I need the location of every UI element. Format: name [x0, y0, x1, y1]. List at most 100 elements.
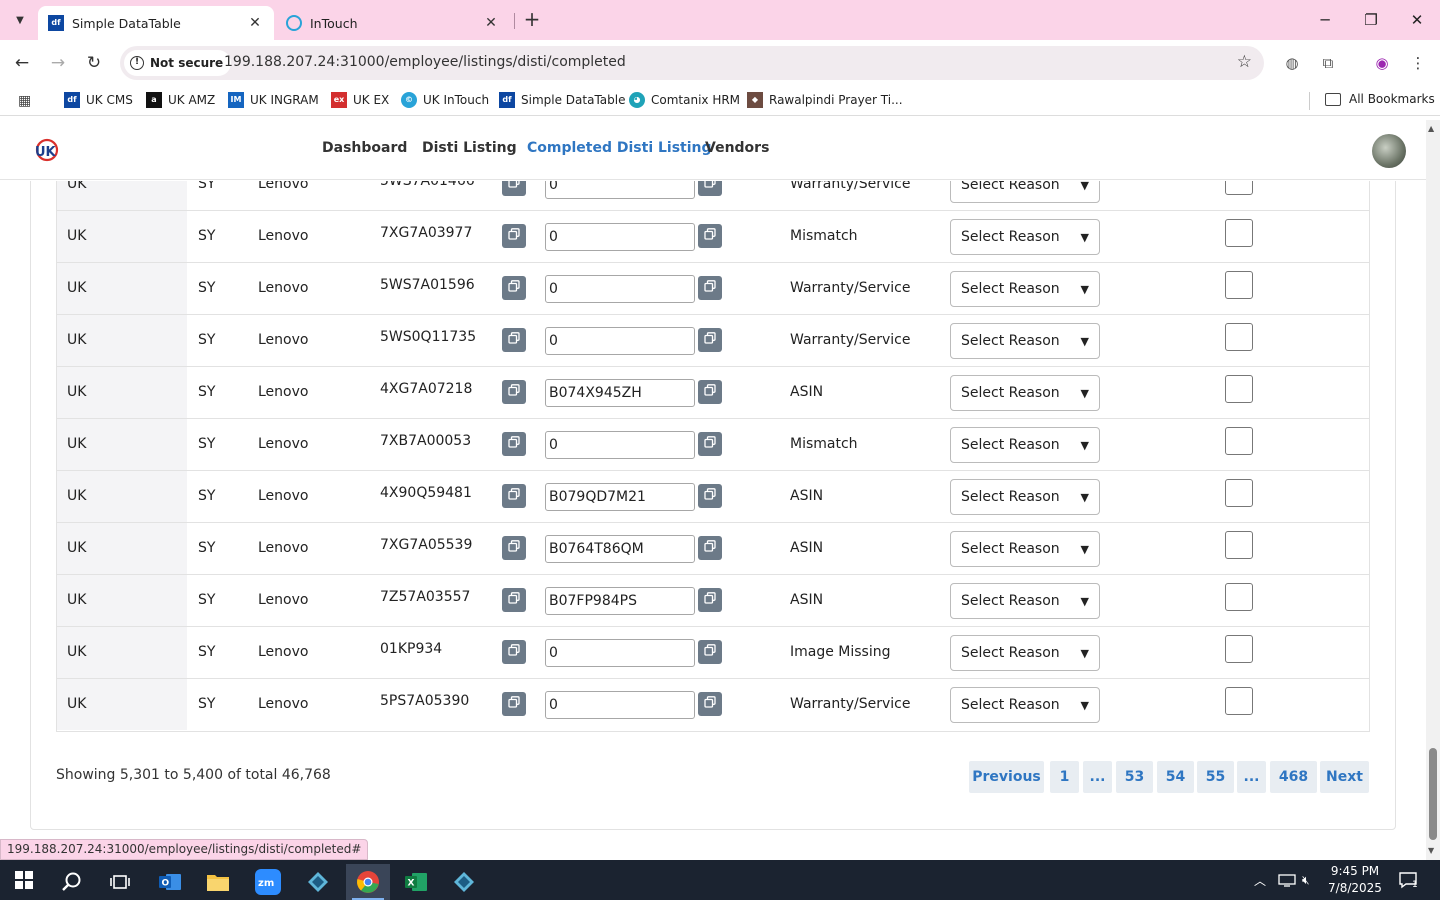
bookmark-comtanix-hrm[interactable]: ◕ Comtanix HRM — [629, 92, 740, 108]
pagination-page-1[interactable]: 1 — [1050, 761, 1079, 793]
asin-input[interactable] — [545, 275, 695, 303]
asin-input[interactable] — [545, 483, 695, 511]
copy-asin-button[interactable] — [698, 181, 722, 196]
bookmark-uk-ex[interactable]: ex UK EX — [331, 92, 389, 108]
tab-simple-datatable[interactable]: df Simple DataTable ✕ — [38, 6, 274, 40]
bookmark-uk-amz[interactable]: a UK AMZ — [146, 92, 215, 108]
pagination-page-55[interactable]: 55 — [1197, 761, 1234, 793]
taskbar-clock[interactable]: 9:45 PM 7/8/2025 — [1318, 863, 1392, 897]
speaker-muted-icon[interactable]: 🔇︎ — [1302, 860, 1310, 900]
outlook-icon[interactable]: O — [148, 864, 192, 900]
asin-input[interactable] — [545, 535, 695, 563]
nav-dashboard[interactable]: Dashboard — [322, 140, 407, 156]
user-avatar[interactable] — [1372, 134, 1406, 168]
apps-grid-icon[interactable]: ▦ — [18, 93, 34, 109]
all-bookmarks[interactable]: All Bookmarks — [1325, 92, 1435, 106]
copy-asin-button[interactable] — [698, 380, 722, 404]
reason-select[interactable]: Select Reason ▼ — [950, 583, 1100, 619]
not-secure-chip[interactable]: ! Not secure — [124, 50, 232, 76]
app-diamond-icon[interactable] — [296, 864, 340, 900]
chrome-icon[interactable] — [346, 864, 390, 900]
bookmark-rawalpindi-prayer[interactable]: ◆ Rawalpindi Prayer Ti... — [747, 92, 903, 108]
copy-asin-button[interactable] — [698, 328, 722, 352]
windows-start-icon[interactable] — [2, 862, 46, 898]
reason-select[interactable]: Select Reason ▼ — [950, 181, 1100, 203]
scroll-down-arrow-icon[interactable]: ▼ — [1428, 846, 1434, 855]
tab-close-icon[interactable]: ✕ — [482, 15, 500, 31]
menu-kebab-icon[interactable]: ⋮ — [1403, 48, 1433, 78]
nav-completed-disti-listing[interactable]: Completed Disti Listing — [527, 140, 712, 156]
copy-asin-button[interactable] — [698, 224, 722, 248]
copy-part-button[interactable] — [502, 588, 526, 612]
copy-part-button[interactable] — [502, 484, 526, 508]
copy-part-button[interactable] — [502, 181, 526, 196]
tab-close-icon[interactable]: ✕ — [246, 15, 264, 31]
address-bar[interactable]: ! Not secure 199.188.207.24:31000/employ… — [120, 46, 1264, 80]
asin-input[interactable] — [545, 223, 695, 251]
row-checkbox[interactable] — [1225, 271, 1253, 299]
search-icon[interactable] — [50, 864, 94, 900]
row-checkbox[interactable] — [1225, 479, 1253, 507]
nav-disti-listing[interactable]: Disti Listing — [422, 140, 517, 156]
forward-arrow-icon[interactable]: → — [43, 48, 73, 78]
uk-logo-icon[interactable]: UK — [32, 136, 60, 164]
row-checkbox[interactable] — [1225, 635, 1253, 663]
asin-input[interactable] — [545, 691, 695, 719]
reason-select[interactable]: Select Reason ▼ — [950, 687, 1100, 723]
copy-asin-button[interactable] — [698, 484, 722, 508]
network-icon[interactable] — [1278, 860, 1296, 900]
copy-part-button[interactable] — [502, 276, 526, 300]
url-text[interactable]: 199.188.207.24:31000/employee/listings/d… — [224, 54, 626, 70]
task-view-icon[interactable] — [98, 864, 142, 900]
row-checkbox[interactable] — [1225, 375, 1253, 403]
row-checkbox[interactable] — [1225, 427, 1253, 455]
reason-select[interactable]: Select Reason ▼ — [950, 531, 1100, 567]
reason-select[interactable]: Select Reason ▼ — [950, 271, 1100, 307]
copy-asin-button[interactable] — [698, 692, 722, 716]
copy-asin-button[interactable] — [698, 640, 722, 664]
row-checkbox[interactable] — [1225, 323, 1253, 351]
copy-asin-button[interactable] — [698, 276, 722, 300]
row-checkbox[interactable] — [1225, 531, 1253, 559]
tab-intouch[interactable]: InTouch ✕ — [276, 6, 510, 40]
reason-select[interactable]: Select Reason ▼ — [950, 635, 1100, 671]
asin-input[interactable] — [545, 379, 695, 407]
asin-input[interactable] — [545, 431, 695, 459]
copy-asin-button[interactable] — [698, 432, 722, 456]
excel-icon[interactable]: X — [394, 864, 438, 900]
pagination-previous[interactable]: Previous — [969, 761, 1044, 793]
minimize-icon[interactable]: ─ — [1302, 0, 1348, 40]
reason-select[interactable]: Select Reason ▼ — [950, 219, 1100, 255]
reason-select[interactable]: Select Reason ▼ — [950, 375, 1100, 411]
translate-globe-icon[interactable]: ◍ — [1277, 48, 1307, 78]
bookmark-uk-intouch[interactable]: © UK InTouch — [401, 92, 489, 108]
row-checkbox[interactable] — [1225, 181, 1253, 195]
copy-part-button[interactable] — [502, 328, 526, 352]
asin-input[interactable] — [545, 587, 695, 615]
tray-chevron-up-icon[interactable]: ︿ — [1254, 860, 1266, 900]
row-checkbox[interactable] — [1225, 687, 1253, 715]
asin-input[interactable] — [545, 639, 695, 667]
pagination-page-54[interactable]: 54 — [1157, 761, 1194, 793]
tab-search-chevron-icon[interactable]: ▼ — [8, 8, 32, 32]
copy-part-button[interactable] — [502, 224, 526, 248]
reason-select[interactable]: Select Reason ▼ — [950, 479, 1100, 515]
file-explorer-icon[interactable] — [196, 864, 240, 900]
extensions-puzzle-icon[interactable]: ⧉ — [1313, 48, 1343, 78]
bookmark-uk-cms[interactable]: df UK CMS — [64, 92, 133, 108]
reason-select[interactable]: Select Reason ▼ — [950, 323, 1100, 359]
copy-asin-button[interactable] — [698, 536, 722, 560]
page-scrollbar[interactable]: ▲ ▼ — [1426, 120, 1440, 860]
copy-part-button[interactable] — [502, 536, 526, 560]
profile-icon[interactable]: ◉ — [1367, 48, 1397, 78]
pagination-page-468[interactable]: 468 — [1270, 761, 1317, 793]
copy-part-button[interactable] — [502, 692, 526, 716]
scrollbar-thumb[interactable] — [1429, 748, 1437, 840]
new-tab-plus-icon[interactable]: + — [520, 8, 544, 32]
bookmark-uk-ingram[interactable]: IM UK INGRAM — [228, 92, 319, 108]
nav-vendors[interactable]: Vendors — [705, 140, 769, 156]
pagination-next[interactable]: Next — [1320, 761, 1369, 793]
copy-part-button[interactable] — [502, 380, 526, 404]
copy-part-button[interactable] — [502, 432, 526, 456]
back-arrow-icon[interactable]: ← — [7, 48, 37, 78]
